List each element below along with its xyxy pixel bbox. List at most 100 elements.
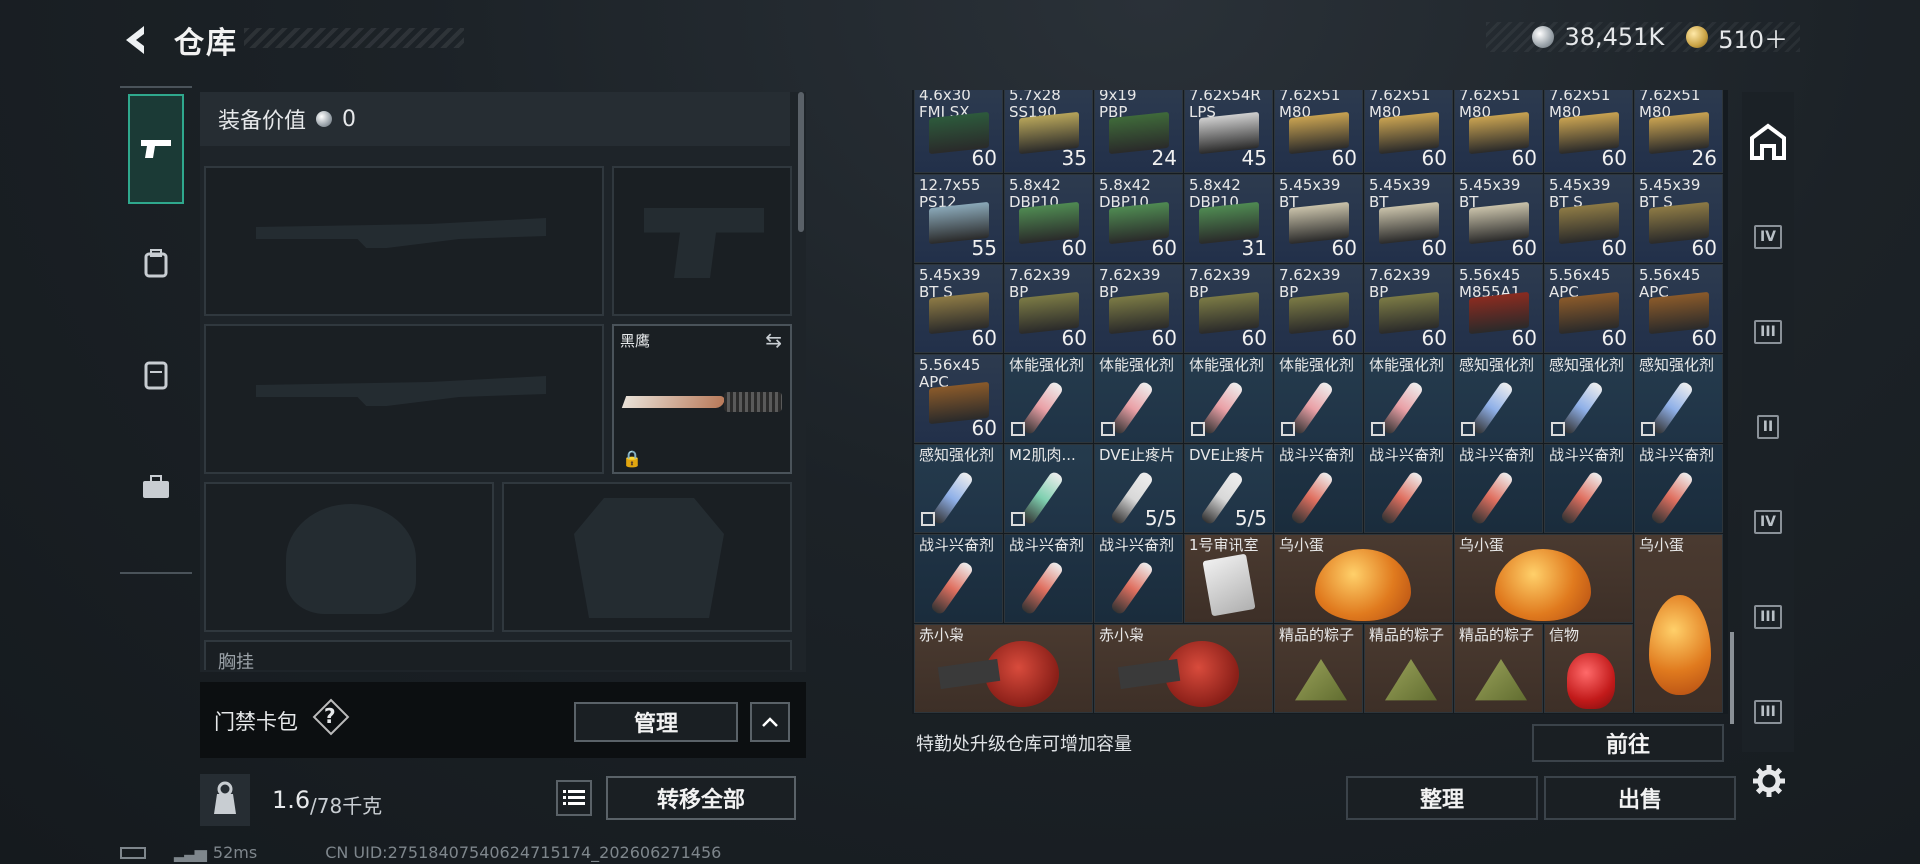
storage-item[interactable]: DVE止疼片 5/5 — [1184, 444, 1273, 533]
settings-button[interactable] — [1752, 764, 1786, 806]
storage-item[interactable]: DVE止疼片 5/5 — [1094, 444, 1183, 533]
storage-item[interactable]: 乌小蛋 — [1634, 534, 1723, 713]
transfer-all-button[interactable]: 转移全部 — [606, 776, 796, 820]
tier-iii-tab-1[interactable]: III — [1748, 312, 1788, 352]
storage-item[interactable]: 5.7x28 SS190 35 — [1004, 90, 1093, 173]
storage-item[interactable]: 9x19 PBP 24 — [1094, 90, 1183, 173]
storage-item[interactable]: 战斗兴奋剂 — [1364, 444, 1453, 533]
storage-item[interactable]: 体能强化剂 — [1364, 354, 1453, 443]
tier-ii-tab[interactable]: II — [1748, 407, 1788, 447]
safehouse-tab[interactable] — [1748, 122, 1788, 162]
storage-item[interactable]: 5.8x42 DBP10 31 — [1184, 174, 1273, 263]
item-name: DVE止疼片 — [1099, 446, 1176, 464]
tier-iii-tab-3[interactable]: III — [1748, 692, 1788, 732]
sell-button[interactable]: 出售 — [1544, 776, 1736, 820]
storage-item[interactable]: 乌小蛋 — [1274, 534, 1453, 623]
storage-item[interactable]: 7.62x39 BP 60 — [1184, 264, 1273, 353]
back-button[interactable] — [118, 22, 154, 58]
chest-rig-label: 胸挂 — [218, 652, 254, 673]
storage-item[interactable]: 乌小蛋 — [1454, 534, 1633, 623]
storage-item[interactable]: 7.62x39 BP 60 — [1364, 264, 1453, 353]
storage-item[interactable]: 感知强化剂 — [1544, 354, 1633, 443]
storage-item[interactable]: 体能强化剂 — [1184, 354, 1273, 443]
storage-item[interactable]: 感知强化剂 — [1454, 354, 1543, 443]
tier-iv-tab-1[interactable]: IV — [1748, 217, 1788, 257]
storage-item[interactable]: 4.6x30 FMJ SX 60 — [914, 90, 1003, 173]
storage-item[interactable]: 精品的粽子 — [1274, 624, 1363, 713]
melee-slot[interactable]: 黑鹰 ⇆ 🔒 — [612, 324, 792, 474]
armor-slot[interactable] — [502, 482, 792, 632]
item-count: 60 — [1331, 236, 1357, 260]
storage-item[interactable]: 精品的粽子 — [1454, 624, 1543, 713]
storage-item[interactable]: 5.45x39 BT S 60 — [914, 264, 1003, 353]
chest-rig-slot[interactable]: 胸挂 — [204, 640, 792, 673]
equipment-value: 0 — [342, 106, 357, 132]
manage-button[interactable]: 管理 — [574, 702, 738, 742]
storage-item[interactable]: 5.8x42 DBP10 60 — [1094, 174, 1183, 263]
storage-item[interactable]: 7.62x39 BP 60 — [1274, 264, 1363, 353]
storage-item[interactable]: 5.45x39 BT 60 — [1274, 174, 1363, 263]
storage-item[interactable]: 7.62x39 BP 60 — [1004, 264, 1093, 353]
storage-item[interactable]: 7.62x51 M80 60 — [1274, 90, 1363, 173]
storage-item[interactable]: 战斗兴奋剂 — [1004, 534, 1093, 623]
pistol-slot[interactable] — [612, 166, 792, 316]
storage-item[interactable]: 5.45x39 BT S 60 — [1544, 174, 1633, 263]
storage-item[interactable]: 体能强化剂 — [1274, 354, 1363, 443]
storage-item[interactable]: 战斗兴奋剂 — [1634, 444, 1723, 533]
storage-item[interactable]: 5.56x45 APC 60 — [1544, 264, 1633, 353]
storage-item[interactable]: 7.62x51 M80 26 — [1634, 90, 1723, 173]
backpack-tab[interactable] — [128, 208, 184, 318]
storage-item[interactable]: 5.56x45 M855A1 60 — [1454, 264, 1543, 353]
storage-item[interactable]: 感知强化剂 — [1634, 354, 1723, 443]
storage-item[interactable]: 精品的粽子 — [1364, 624, 1453, 713]
sort-button[interactable]: 整理 — [1346, 776, 1538, 820]
storage-item[interactable]: 7.62x51 M80 60 — [1454, 90, 1543, 173]
list-view-button[interactable] — [556, 780, 592, 816]
syringe-icon — [1109, 560, 1155, 616]
storage-item[interactable]: 战斗兴奋剂 — [1454, 444, 1543, 533]
loadout-scrollbar[interactable] — [798, 92, 804, 232]
storage-item[interactable]: 5.45x39 BT 60 — [1454, 174, 1543, 263]
storage-item[interactable]: 战斗兴奋剂 — [1544, 444, 1633, 533]
case-tab[interactable] — [128, 432, 184, 542]
syringe-icon — [1469, 380, 1515, 436]
storage-item[interactable]: 7.62x54R LPS 45 — [1184, 90, 1273, 173]
weight-bar: 1.6 /78千克 转移全部 — [200, 770, 806, 830]
goto-button[interactable]: 前往 — [1532, 724, 1724, 762]
storage-item[interactable]: 战斗兴奋剂 — [1274, 444, 1363, 533]
help-icon[interactable]: ? — [324, 704, 336, 728]
storage-item[interactable]: 战斗兴奋剂 — [1094, 534, 1183, 623]
storage-item[interactable]: 战斗兴奋剂 — [914, 534, 1003, 623]
storage-item[interactable]: 赤小枭 — [914, 624, 1093, 713]
storage-item[interactable]: 7.62x39 BP 60 — [1094, 264, 1183, 353]
storage-item[interactable]: M2肌肉... — [1004, 444, 1093, 533]
storage-item[interactable]: 7.62x51 M80 60 — [1544, 90, 1633, 173]
storage-item[interactable]: 1号审讯室 — [1184, 534, 1273, 623]
tier-iv-tab-2[interactable]: IV — [1748, 502, 1788, 542]
storage-item[interactable]: 体能强化剂 — [1094, 354, 1183, 443]
signal-icon: ▂▃▅ — [174, 843, 207, 862]
tier-iii-tab-2[interactable]: III — [1748, 597, 1788, 637]
primary-weapon-slot[interactable] — [204, 166, 604, 316]
helmet-silhouette-icon — [286, 504, 416, 614]
helmet-slot[interactable] — [204, 482, 494, 632]
storage-item[interactable]: 赤小枭 — [1094, 624, 1273, 713]
storage-scrollbar[interactable] — [1730, 632, 1734, 724]
storage-item[interactable]: 5.45x39 BT S 60 — [1634, 174, 1723, 263]
storage-item[interactable]: 感知强化剂 — [914, 444, 1003, 533]
syringe-icon — [1289, 380, 1335, 436]
storage-item[interactable]: 12.7x55 PS12 55 — [914, 174, 1003, 263]
storage-item[interactable]: 7.62x51 M80 60 — [1364, 90, 1453, 173]
vest-tab[interactable] — [128, 320, 184, 430]
secondary-weapon-slot[interactable] — [204, 324, 604, 474]
swap-icon[interactable]: ⇆ — [765, 328, 782, 352]
expand-button[interactable] — [750, 702, 790, 742]
storage-item[interactable]: 5.56x45 APC 60 — [914, 354, 1003, 443]
storage-item[interactable]: 5.8x42 DBP10 60 — [1004, 174, 1093, 263]
storage-item[interactable]: 体能强化剂 — [1004, 354, 1093, 443]
gold-amount[interactable]: 510＋ — [1718, 20, 1788, 55]
storage-item[interactable]: 信物 — [1544, 624, 1633, 713]
storage-item[interactable]: 5.56x45 APC 60 — [1634, 264, 1723, 353]
loadout-tab[interactable] — [128, 94, 184, 204]
storage-item[interactable]: 5.45x39 BT 60 — [1364, 174, 1453, 263]
